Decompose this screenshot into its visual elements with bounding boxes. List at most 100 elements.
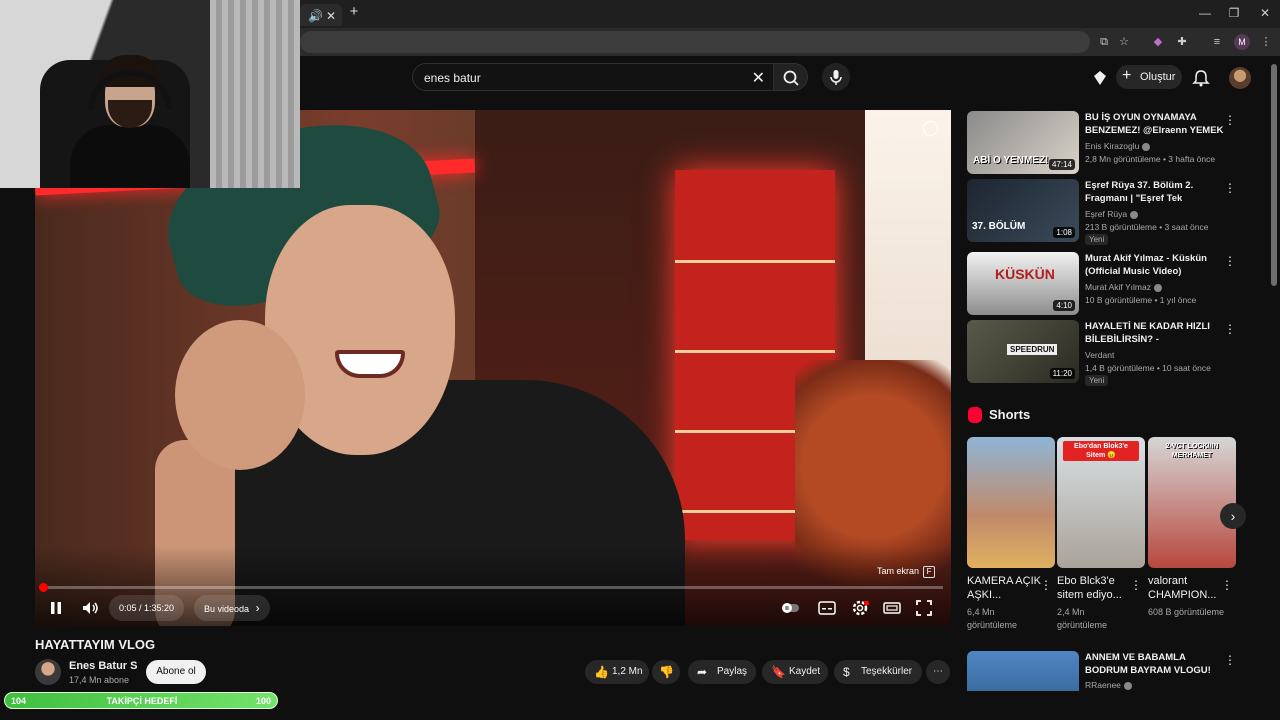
channel-name[interactable]: Verdant bbox=[1085, 350, 1114, 360]
fullscreen-tooltip: Tam ekran F bbox=[877, 563, 936, 579]
follower-goal-bar: 104 TAKİPÇİ HEDEFİ 100 bbox=[4, 692, 278, 709]
recommendation-item[interactable]: ABİ O YENMEZ! 47:14 BU İŞ OYUN OYNAMAYA … bbox=[967, 111, 1267, 175]
recommendation-item[interactable]: KÜSKÜN 4:10 Murat Akif Yılmaz - Küskün (… bbox=[967, 252, 1267, 316]
new-badge: Yeni bbox=[1085, 375, 1109, 386]
dislike-button[interactable]: 👎 bbox=[652, 660, 680, 684]
plus-icon: + bbox=[1122, 67, 1132, 84]
video-thumbnail[interactable] bbox=[967, 651, 1079, 691]
voice-search-button[interactable] bbox=[822, 63, 850, 91]
search-button[interactable] bbox=[774, 63, 808, 91]
video-title[interactable]: HAYALETİ NE KADAR HIZLI BİLEBİLİRSİN? - … bbox=[1085, 320, 1225, 346]
video-title[interactable]: Eşref Rüya 37. Bölüm 2. Fragmanı | "Eşre… bbox=[1085, 179, 1225, 205]
recommendation-item[interactable]: ANNEM VE BABAMLA BODRUM BAYRAM VLOGU! RR… bbox=[967, 651, 1267, 691]
video-title[interactable]: BU İŞ OYUN OYNAMAYA BENZEMEZ! @Elraenn Y… bbox=[1085, 111, 1225, 137]
shorts-next-button[interactable]: › bbox=[1220, 503, 1246, 529]
video-thumbnail[interactable]: KÜSKÜN 4:10 bbox=[967, 252, 1079, 315]
pause-icon[interactable] bbox=[44, 596, 68, 620]
notifications-bell-icon[interactable] bbox=[1191, 68, 1211, 88]
volume-icon[interactable] bbox=[78, 596, 102, 620]
video-title: HAYATTAYIM VLOG bbox=[35, 637, 156, 652]
more-options-icon[interactable]: ⋮ bbox=[1040, 578, 1052, 592]
browser-menu-icon[interactable]: ⋮ bbox=[1258, 34, 1274, 50]
thanks-button[interactable]: $ Teşekkürler bbox=[834, 660, 922, 684]
account-avatar[interactable] bbox=[1229, 67, 1251, 89]
short-overlay-text: Ebo'dan Blok3'e Sitem 😠 bbox=[1063, 441, 1139, 461]
webcam-streamer-body bbox=[70, 125, 190, 188]
subscribe-button[interactable]: Abone ol bbox=[146, 660, 206, 684]
profile-avatar[interactable]: M bbox=[1234, 34, 1250, 50]
short-title[interactable]: KAMERA AÇIK AŞKI... bbox=[967, 574, 1043, 602]
video-thumbnail[interactable]: SPEEDRUN 11:20 bbox=[967, 320, 1079, 383]
channel-name[interactable]: Enis Kirazoglu bbox=[1085, 141, 1151, 151]
video-thumbnail[interactable]: 37. BÖLÜM 1:08 bbox=[967, 179, 1079, 242]
more-options-icon[interactable]: ⋮ bbox=[1224, 181, 1236, 195]
video-meta: 10 B görüntüleme • 1 yıl önce bbox=[1085, 295, 1197, 305]
channel-name[interactable]: RRaenee bbox=[1085, 680, 1132, 690]
video-meta: 1,4 B görüntüleme • 10 saat önce bbox=[1085, 363, 1211, 373]
info-icon[interactable]: i bbox=[923, 121, 938, 136]
more-options-icon[interactable]: ⋮ bbox=[1224, 113, 1236, 127]
thumbs-down-icon: 👎 bbox=[659, 665, 674, 679]
autoplay-toggle-icon[interactable] bbox=[779, 596, 803, 620]
share-button[interactable]: ➦ Paylaş bbox=[688, 660, 756, 684]
short-views: 608 B görüntüleme bbox=[1148, 607, 1225, 617]
verified-icon bbox=[1142, 142, 1151, 151]
like-button[interactable]: 👍 1,2 Mn bbox=[585, 660, 649, 684]
short-title[interactable]: valorant CHAMPION... bbox=[1148, 574, 1224, 602]
more-actions-button[interactable]: ⋯ bbox=[926, 660, 950, 684]
bookmark-star-icon[interactable]: ☆ bbox=[1116, 34, 1132, 50]
page-scrollbar[interactable] bbox=[1271, 64, 1277, 286]
active-tab[interactable]: 🔊 ✕ bbox=[300, 4, 342, 26]
restore-icon[interactable]: ❐ bbox=[1224, 6, 1244, 20]
clear-search-icon[interactable]: ✕ bbox=[752, 68, 765, 88]
address-bar[interactable] bbox=[300, 31, 1090, 53]
tab-close-icon[interactable]: ✕ bbox=[326, 9, 336, 23]
search-input[interactable]: enes batur ✕ bbox=[412, 63, 774, 91]
save-button[interactable]: 🔖 Kaydet bbox=[762, 660, 828, 684]
channel-name[interactable]: Murat Akif Yılmaz bbox=[1085, 282, 1162, 292]
more-options-icon[interactable]: ⋮ bbox=[1224, 653, 1236, 667]
more-options-icon[interactable]: ⋮ bbox=[1224, 322, 1236, 336]
chapter-button[interactable]: Bu videoda › bbox=[194, 595, 270, 621]
window-close-icon[interactable]: ✕ bbox=[1255, 6, 1275, 20]
channel-avatar[interactable] bbox=[35, 659, 61, 685]
subscriber-count: 17,4 Mn abone bbox=[69, 675, 130, 685]
premium-gem-icon[interactable] bbox=[1090, 68, 1110, 88]
more-options-icon[interactable]: ⋮ bbox=[1221, 578, 1233, 592]
channel-name[interactable]: Enes Batur S bbox=[69, 660, 137, 672]
short-thumbnail[interactable]: Ebo'dan Blok3'e Sitem 😠 bbox=[1057, 437, 1145, 568]
subtitles-icon[interactable] bbox=[815, 596, 839, 620]
extensions-puzzle-icon[interactable]: ✚ bbox=[1174, 34, 1190, 50]
short-title[interactable]: Ebo Blck3'e sitem ediyo... bbox=[1057, 574, 1133, 602]
more-options-icon[interactable]: ⋮ bbox=[1130, 578, 1142, 592]
settings-gear-icon[interactable] bbox=[848, 596, 872, 620]
create-button[interactable]: + Oluştur bbox=[1116, 65, 1182, 89]
audio-icon[interactable]: 🔊 bbox=[308, 9, 323, 23]
short-thumbnail[interactable]: 2-VCT LOCK//IN MERHAMET bbox=[1148, 437, 1236, 568]
theater-mode-icon[interactable] bbox=[880, 596, 904, 620]
verified-icon bbox=[1153, 283, 1162, 292]
minimize-icon[interactable]: — bbox=[1195, 6, 1215, 20]
thanks-label: Teşekkürler bbox=[861, 666, 913, 677]
video-duration: 11:20 bbox=[1049, 368, 1075, 379]
media-control-icon[interactable]: ≡ bbox=[1209, 34, 1225, 50]
video-thumbnail[interactable]: ABİ O YENMEZ! 47:14 bbox=[967, 111, 1079, 174]
tooltip-text: Tam ekran bbox=[877, 566, 920, 576]
video-title[interactable]: ANNEM VE BABAMLA BODRUM BAYRAM VLOGU! bbox=[1085, 651, 1225, 677]
progress-bar[interactable] bbox=[43, 586, 943, 589]
bookmark-icon: 🔖 bbox=[771, 665, 786, 679]
install-app-icon[interactable]: ⧉ bbox=[1096, 34, 1112, 50]
new-badge: Yeni bbox=[1085, 234, 1109, 245]
video-title[interactable]: Murat Akif Yılmaz - Küskün (Official Mus… bbox=[1085, 252, 1225, 278]
recommendation-item[interactable]: SPEEDRUN 11:20 HAYALETİ NE KADAR HIZLI B… bbox=[967, 320, 1267, 386]
extension-icon[interactable]: ◆ bbox=[1150, 34, 1166, 50]
recommendation-item[interactable]: 37. BÖLÜM 1:08 Eşref Rüya 37. Bölüm 2. F… bbox=[967, 179, 1267, 245]
progress-scrubber[interactable] bbox=[39, 583, 48, 592]
thumbnail-text: ABİ O YENMEZ! bbox=[973, 155, 1049, 166]
channel-name[interactable]: Eşref Rüya bbox=[1085, 209, 1139, 219]
new-tab-button[interactable]: + bbox=[346, 3, 362, 20]
more-options-icon[interactable]: ⋮ bbox=[1224, 254, 1236, 268]
short-thumbnail[interactable] bbox=[967, 437, 1055, 568]
fullscreen-icon[interactable] bbox=[912, 596, 936, 620]
search-query[interactable]: enes batur bbox=[424, 71, 481, 85]
